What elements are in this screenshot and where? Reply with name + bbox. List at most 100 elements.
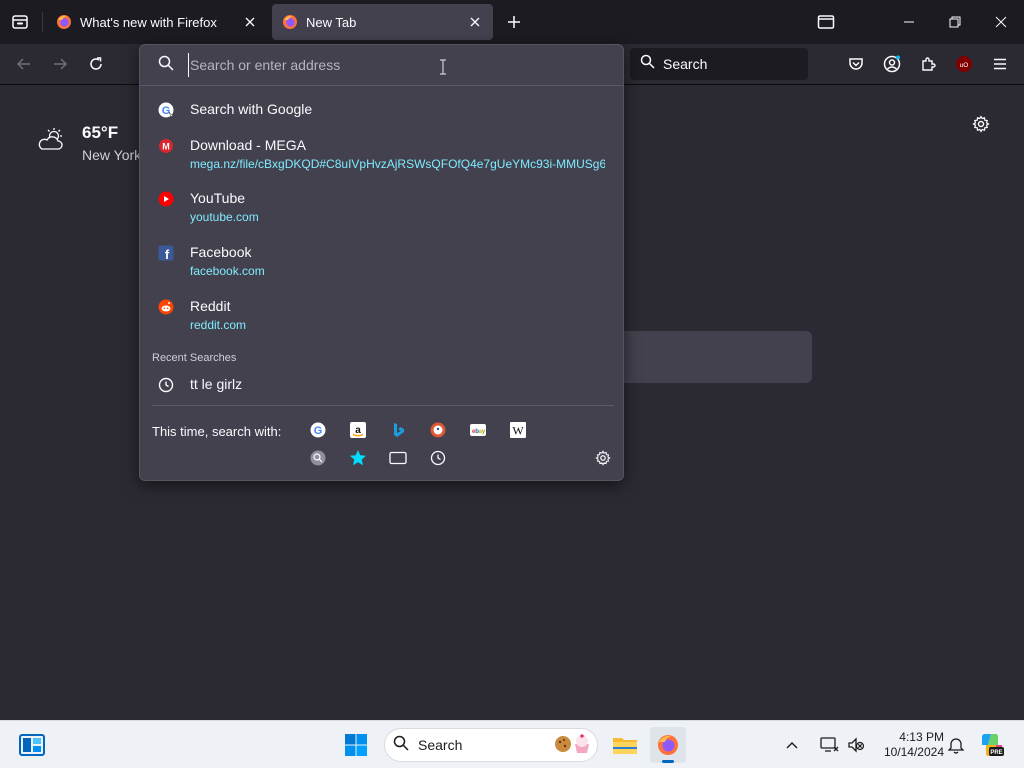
taskbar-search-label: Search [418,737,463,753]
tab-label: New Tab [306,14,357,30]
close-window-button[interactable] [978,0,1024,44]
bookmarks-star-icon[interactable] [349,449,367,467]
search-bar[interactable]: Search [630,48,808,80]
suggestion-url: mega.nz/file/cBxgDKQD#C8uIVpHvzAjRSWsQFO… [190,157,605,171]
suggestion-url: facebook.com [190,264,265,278]
firefox-icon [56,14,72,30]
wikipedia-icon[interactable]: W [509,421,527,439]
text-cursor-icon [439,59,447,75]
widgets-icon[interactable] [14,727,50,763]
tabs-icon[interactable] [389,449,407,467]
facebook-icon: f [158,245,174,262]
network-icon[interactable] [816,727,844,763]
minimize-button[interactable] [886,0,932,44]
search-icon [158,55,174,76]
search-settings-gear-icon[interactable] [594,449,612,467]
reload-button[interactable] [82,50,110,78]
svg-text:f: f [165,247,170,261]
search-icon [640,54,655,74]
history-clock-icon [158,377,174,393]
back-button[interactable] [10,50,38,78]
close-tab-icon[interactable] [467,14,483,30]
suggestion-title: Reddit [190,298,231,314]
suggestion-reddit[interactable]: Reddit reddit.com [152,297,612,333]
partly-sunny-icon [38,127,68,163]
svg-text:PRE: PRE [990,750,1002,756]
weather-widget[interactable]: 65°F New York [38,123,141,163]
firefox-view-icon[interactable] [10,12,30,32]
account-button[interactable] [878,50,906,78]
tab-whats-new[interactable]: What's new with Firefox [46,4,268,40]
tab-strip: What's new with Firefox New Tab [0,0,1024,44]
google-icon: G [158,102,174,118]
svg-text:M: M [162,142,170,152]
running-indicator [662,760,674,763]
tab-label: What's new with Firefox [80,14,217,30]
suggestion-title: YouTube [190,190,246,206]
svg-text:uO: uO [960,62,969,69]
mega-icon: M [158,138,174,154]
close-tab-icon[interactable] [242,14,258,30]
suggestion-search-google[interactable]: G Search with Google [152,100,612,118]
suggestion-url: reddit.com [190,318,247,332]
suggestion-title: Download - MEGA [190,137,306,153]
google-icon[interactable]: G [309,421,327,439]
notifications-bell-icon[interactable] [940,727,972,763]
pocket-button[interactable] [842,50,870,78]
taskbar-search[interactable]: Search [384,728,598,762]
cookie-cupcake-icon [553,732,591,759]
extensions-puzzle-icon[interactable] [914,50,942,78]
recent-search-text: tt le girlz [190,376,243,392]
svg-text:G: G [162,105,171,117]
search-icon [393,735,409,756]
new-tab-search-box[interactable] [612,331,812,383]
clock-time: 4:13 PM [899,730,944,744]
weather-temperature: 65°F [82,123,119,142]
recent-search-item[interactable]: tt le girlz [152,375,612,393]
reddit-icon [158,299,174,315]
bing-icon[interactable] [389,421,407,439]
weather-city: New York [82,147,142,163]
suggestion-mega[interactable]: M Download - MEGA mega.nz/file/cBxgDKQD#… [152,136,612,172]
personalize-gear-icon[interactable] [972,115,994,137]
restore-button[interactable] [932,0,978,44]
duckduckgo-icon[interactable] [429,421,447,439]
volume-muted-icon[interactable] [842,727,870,763]
search-bar-label: Search [663,56,708,72]
svg-text:W: W [512,424,524,438]
history-clock-icon[interactable] [429,449,447,467]
clock[interactable]: 4:13 PM 10/14/2024 [870,730,944,760]
search-engine-icon[interactable] [309,449,327,467]
firefox-taskbar-icon[interactable] [650,727,686,763]
file-explorer-icon[interactable] [607,727,643,763]
tab-new-tab[interactable]: New Tab [272,4,493,40]
copilot-icon[interactable]: PRE [974,727,1010,763]
suggestion-title: Facebook [190,244,252,260]
clock-date: 10/14/2024 [883,745,944,759]
ebay-icon[interactable]: ebay [469,421,487,439]
new-tab-plus-icon[interactable] [504,12,524,32]
address-input[interactable] [188,53,568,77]
recent-searches-heading: Recent Searches [152,352,237,364]
suggestion-title: Search with Google [190,101,313,117]
ublock-origin-icon[interactable]: uO [950,50,978,78]
forward-button[interactable] [46,50,74,78]
suggestion-youtube[interactable]: YouTube youtube.com [152,189,612,225]
one-off-search-label: This time, search with: [152,424,282,439]
list-all-tabs-icon[interactable] [814,12,838,32]
menu-hamburger-icon[interactable] [986,50,1014,78]
urlbar [140,45,623,86]
windows-start-icon[interactable] [338,727,374,763]
firefox-icon [282,14,298,30]
suggestion-facebook[interactable]: f Facebook facebook.com [152,243,612,279]
urlbar-dropdown: G Search with Google M Download - MEGA m… [139,44,624,481]
youtube-icon [158,191,174,207]
divider [152,405,614,406]
tab-divider [42,12,43,32]
svg-text:a: a [355,425,361,436]
windows-taskbar: Search 4:13 PM 10/14/2024 PRE [0,720,1024,768]
svg-text:G: G [314,425,323,437]
amazon-icon[interactable]: a [349,421,367,439]
suggestion-url: youtube.com [190,210,259,224]
show-hidden-icons-chevron-icon[interactable] [780,727,804,763]
